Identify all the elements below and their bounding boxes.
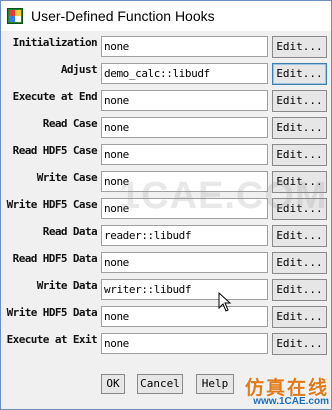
hook-edit-button[interactable]: Edit... bbox=[272, 306, 327, 328]
ok-button[interactable]: OK bbox=[101, 374, 125, 394]
hook-label: Write Data bbox=[36, 279, 98, 292]
fluent-app-icon bbox=[7, 8, 23, 24]
hook-label: Execute at End bbox=[12, 90, 98, 103]
hook-row: Initialization none Edit... bbox=[1, 33, 332, 60]
hook-label: Read Data bbox=[42, 225, 98, 238]
hook-label: Read Case bbox=[42, 117, 98, 130]
mouse-pointer-icon bbox=[218, 292, 232, 312]
hook-label: Write HDF5 Data bbox=[6, 306, 98, 319]
hook-label: Write Case bbox=[36, 171, 98, 184]
hook-row: Read HDF5 Case none Edit... bbox=[1, 141, 332, 168]
hook-row: Write Case none Edit... bbox=[1, 168, 332, 195]
hook-value-field[interactable]: writer::libudf bbox=[101, 279, 268, 300]
hook-row: Read Case none Edit... bbox=[1, 114, 332, 141]
hook-label: Read HDF5 Data bbox=[12, 252, 98, 265]
hook-row: Read Data reader::libudf Edit... bbox=[1, 222, 332, 249]
hook-edit-button[interactable]: Edit... bbox=[272, 252, 327, 274]
hook-value-field[interactable]: none bbox=[101, 144, 268, 165]
hook-value-field[interactable]: demo_calc::libudf bbox=[101, 63, 268, 84]
window-title: User-Defined Function Hooks bbox=[31, 8, 215, 24]
hook-label: Read HDF5 Case bbox=[12, 144, 98, 157]
hook-edit-button[interactable]: Edit... bbox=[272, 90, 327, 112]
hook-row: Write HDF5 Case none Edit... bbox=[1, 195, 332, 222]
hook-value-field[interactable]: none bbox=[101, 90, 268, 111]
hook-row: Adjust demo_calc::libudf Edit... bbox=[1, 60, 332, 87]
brand-url-text: www.1CAE.com bbox=[253, 396, 329, 407]
hook-edit-button[interactable]: Edit... bbox=[272, 63, 327, 85]
hook-row: Execute at Exit none Edit... bbox=[1, 330, 332, 357]
brand-watermark: 仿真在线 www.1CAE.com bbox=[225, 371, 332, 410]
hook-edit-button[interactable]: Edit... bbox=[272, 279, 327, 301]
hook-edit-button[interactable]: Edit... bbox=[272, 36, 327, 58]
hook-value-field[interactable]: none bbox=[101, 306, 268, 327]
hook-value-field[interactable]: reader::libudf bbox=[101, 225, 268, 246]
hook-value-field[interactable]: none bbox=[101, 171, 268, 192]
title-bar[interactable]: User-Defined Function Hooks bbox=[1, 1, 331, 31]
hook-label: Execute at Exit bbox=[6, 333, 98, 346]
hook-value-field[interactable]: none bbox=[101, 117, 268, 138]
hook-row: Write HDF5 Data none Edit... bbox=[1, 303, 332, 330]
hook-edit-button[interactable]: Edit... bbox=[272, 198, 327, 220]
hook-row: Write Data writer::libudf Edit... bbox=[1, 276, 332, 303]
hook-label: Initialization bbox=[12, 36, 98, 49]
cancel-button[interactable]: Cancel bbox=[137, 374, 183, 394]
hook-edit-button[interactable]: Edit... bbox=[272, 225, 327, 247]
hook-value-field[interactable]: none bbox=[101, 333, 268, 354]
hook-edit-button[interactable]: Edit... bbox=[272, 117, 327, 139]
hook-row: Execute at End none Edit... bbox=[1, 87, 332, 114]
udf-hooks-dialog: User-Defined Function Hooks Initializati… bbox=[0, 0, 332, 410]
hook-value-field[interactable]: none bbox=[101, 36, 268, 57]
hook-edit-button[interactable]: Edit... bbox=[272, 171, 327, 193]
hook-edit-button[interactable]: Edit... bbox=[272, 144, 327, 166]
brand-cn-text: 仿真在线 bbox=[244, 377, 329, 399]
hook-edit-button[interactable]: Edit... bbox=[272, 333, 327, 355]
hook-label: Adjust bbox=[60, 63, 98, 76]
hook-value-field[interactable]: none bbox=[101, 198, 268, 219]
hook-value-field[interactable]: none bbox=[101, 252, 268, 273]
hook-row: Read HDF5 Data none Edit... bbox=[1, 249, 332, 276]
help-button[interactable]: Help bbox=[196, 374, 234, 394]
hook-label: Write HDF5 Case bbox=[6, 198, 98, 211]
